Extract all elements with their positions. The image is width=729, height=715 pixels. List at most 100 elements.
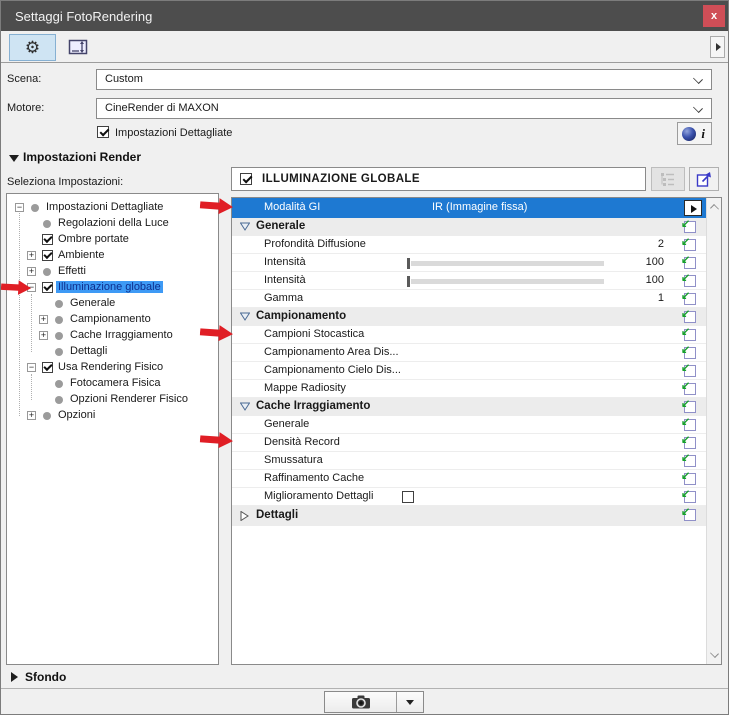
import-icon[interactable] (684, 221, 696, 233)
import-icon[interactable] (684, 239, 696, 251)
row-label: Densità Record (264, 436, 340, 448)
import-icon[interactable] (684, 293, 696, 305)
row-campionamento-area[interactable]: Campionamento Area Dis... (232, 344, 706, 362)
bullet-icon (55, 300, 63, 308)
row-densita-record[interactable]: Densità Record (232, 434, 706, 452)
engine-info-button[interactable]: i (677, 122, 712, 145)
import-icon[interactable] (684, 473, 696, 485)
import-icon[interactable] (684, 401, 696, 413)
import-icon[interactable] (684, 365, 696, 377)
tree-item-label: Generale (70, 297, 115, 309)
row-gamma[interactable]: Gamma 1 (232, 290, 706, 308)
expand-icon[interactable] (39, 315, 48, 324)
background-header[interactable]: Sfondo (25, 670, 66, 684)
tree-item[interactable]: Dettagli (7, 344, 218, 360)
render-button[interactable] (324, 691, 424, 713)
import-icon[interactable] (684, 275, 696, 287)
import-icon[interactable] (684, 437, 696, 449)
tree-checkbox[interactable] (42, 250, 53, 261)
tree-item[interactable]: Impostazioni Dettagliate (7, 200, 218, 216)
row-smussatura[interactable]: Smussatura (232, 452, 706, 470)
row-profondita-diffusione[interactable]: Profondità Diffusione 2 (232, 236, 706, 254)
tree-item[interactable]: Campionamento (7, 312, 218, 328)
import-icon[interactable] (684, 419, 696, 431)
engine-value: CineRender di MAXON (105, 102, 219, 114)
import-icon[interactable] (684, 329, 696, 341)
row-campionamento-cielo[interactable]: Campionamento Cielo Dis... (232, 362, 706, 380)
collapse-icon[interactable] (27, 363, 36, 372)
import-icon[interactable] (684, 311, 696, 323)
tree-item[interactable]: Cache Irraggiamento (7, 328, 218, 344)
scene-dropdown[interactable]: Custom (96, 69, 712, 90)
import-icon[interactable] (684, 509, 696, 521)
render-size-icon[interactable] (65, 35, 95, 60)
camera-icon[interactable] (325, 692, 397, 712)
render-dropdown-arrow[interactable] (396, 692, 423, 712)
expand-icon[interactable] (39, 331, 48, 340)
intensity-slider[interactable] (407, 272, 607, 290)
tree-item[interactable]: Usa Rendering Fisico (7, 360, 218, 376)
import-icon[interactable] (684, 347, 696, 359)
triangle-right-icon[interactable] (11, 672, 18, 682)
render-settings-header[interactable]: Impostazioni Render (23, 150, 141, 164)
row-value[interactable]: 100 (646, 274, 664, 286)
row-value[interactable]: 100 (646, 256, 664, 268)
row-value[interactable]: 1 (658, 292, 664, 304)
row-campioni-stocastica[interactable]: Campioni Stocastica (232, 326, 706, 344)
import-icon[interactable] (684, 455, 696, 467)
window-title: Settaggi FotoRendering (15, 9, 152, 24)
row-miglioramento-dettagli[interactable]: Miglioramento Dettagli (232, 488, 706, 506)
open-settings-window-button[interactable] (689, 167, 719, 191)
section-campionamento[interactable]: Campionamento (232, 308, 706, 326)
row-generale-cache[interactable]: Generale (232, 416, 706, 434)
expand-icon[interactable] (27, 267, 36, 276)
intensity-slider[interactable] (407, 254, 607, 272)
row-raffinamento-cache[interactable]: Raffinamento Cache (232, 470, 706, 488)
collapse-icon[interactable] (15, 203, 24, 212)
row-intensita-1[interactable]: Intensità 100 (232, 254, 706, 272)
option-popup-button[interactable] (684, 200, 702, 216)
titlebar[interactable]: Settaggi FotoRendering x (1, 1, 728, 31)
row-intensita-2[interactable]: Intensità 100 (232, 272, 706, 290)
toolbar-overflow-icon[interactable] (710, 36, 725, 58)
tree-item[interactable]: Opzioni (7, 408, 218, 424)
scrollbar[interactable] (706, 198, 721, 664)
list-view-button[interactable] (651, 167, 685, 191)
section-cache-irraggiamento[interactable]: Cache Irraggiamento (232, 398, 706, 416)
import-icon[interactable] (684, 383, 696, 395)
tree-checkbox[interactable] (42, 362, 53, 373)
tree-item[interactable]: Effetti (7, 264, 218, 280)
expand-icon[interactable] (27, 251, 36, 260)
tree-item[interactable]: Regolazioni della Luce (7, 216, 218, 232)
engine-dropdown[interactable]: CineRender di MAXON (96, 98, 712, 119)
detailed-settings-checkbox[interactable] (97, 126, 109, 138)
tree-item[interactable]: Ambiente (7, 248, 218, 264)
tree-item-illuminazione-globale[interactable]: Illuminazione globale (7, 280, 218, 296)
import-icon[interactable] (684, 491, 696, 503)
section-generale[interactable]: Generale (232, 218, 706, 236)
tree-item-label: Usa Rendering Fisico (58, 361, 163, 373)
close-button[interactable]: x (703, 5, 725, 27)
tree-item[interactable]: Fotocamera Fisica (7, 376, 218, 392)
tree-checkbox[interactable] (42, 234, 53, 245)
tree-item[interactable]: Opzioni Renderer Fisico (7, 392, 218, 408)
gi-header-title: ILLUMINAZIONE GLOBALE (262, 173, 420, 185)
row-mappe-radiosity[interactable]: Mappe Radiosity (232, 380, 706, 398)
scroll-down-icon[interactable] (710, 649, 719, 658)
gi-header-checkbox[interactable] (240, 173, 252, 185)
bullet-icon (43, 268, 51, 276)
triangle-down-icon[interactable] (9, 155, 19, 162)
import-icon[interactable] (684, 257, 696, 269)
row-modalita-gi[interactable]: Modalità GI IR (Immagine fissa) (232, 198, 706, 218)
row-label: Intensità (264, 256, 306, 268)
tree-item[interactable]: Ombre portate (7, 232, 218, 248)
section-dettagli[interactable]: Dettagli (232, 506, 706, 526)
expand-icon[interactable] (27, 411, 36, 420)
scroll-up-icon[interactable] (710, 204, 719, 213)
tree-item-label: Ambiente (58, 249, 104, 261)
tree-item[interactable]: Generale (7, 296, 218, 312)
detail-enhancement-checkbox[interactable] (402, 491, 414, 503)
tree-checkbox[interactable] (42, 282, 53, 293)
gear-icon[interactable] (9, 34, 56, 61)
row-value[interactable]: 2 (658, 238, 664, 250)
